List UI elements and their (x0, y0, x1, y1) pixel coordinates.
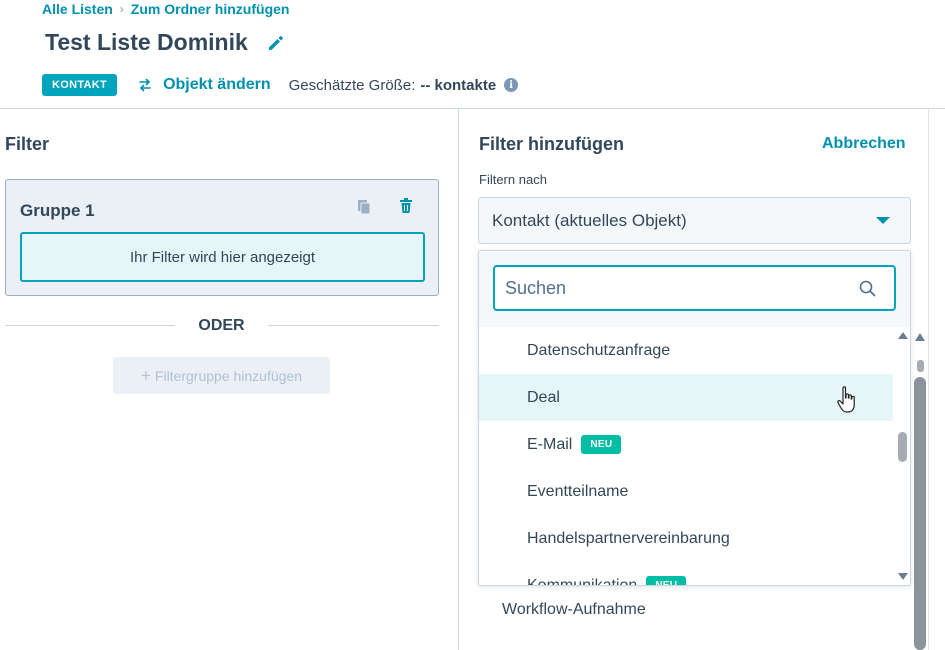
trash-icon[interactable] (399, 198, 413, 214)
or-divider-right (268, 325, 439, 326)
breadcrumb: Alle Listen › Zum Ordner hinzufügen (42, 1, 289, 17)
info-icon[interactable]: i (504, 78, 519, 92)
filter-by-label: Filtern nach (479, 172, 547, 187)
list-meta-row: KONTAKT Objekt ändern Geschätzte Größe: … (42, 73, 519, 97)
add-filter-heading: Filter hinzufügen (479, 134, 624, 154)
page-title-row: Test Liste Dominik (45, 29, 286, 56)
option-label: E-Mail (527, 435, 573, 453)
add-filter-group-button[interactable]: + Filtergruppe hinzufügen (113, 357, 330, 394)
or-divider-left (5, 325, 175, 326)
new-badge: NEU (581, 435, 622, 454)
option-list: Datenschutzanfrage Deal E-Mail NEU Event… (479, 327, 893, 586)
dropdown-option[interactable]: Kommunikation NEU (479, 562, 893, 586)
object-type-badge: KONTAKT (42, 74, 118, 96)
estimated-size-value: -- kontakte (420, 76, 497, 94)
option-label: Kommunikation (527, 576, 638, 586)
dropdown-option[interactable]: Datenschutzanfrage (479, 327, 893, 374)
change-object-link[interactable]: Objekt ändern (163, 76, 271, 94)
dropdown-option[interactable]: E-Mail NEU (479, 421, 893, 468)
option-label: Eventteilname (527, 482, 629, 500)
scroll-down-icon[interactable] (898, 573, 908, 580)
scroll-up-icon[interactable] (898, 332, 908, 339)
filter-placeholder: Ihr Filter wird hier angezeigt (20, 232, 425, 282)
page-scroll-up-icon[interactable] (915, 333, 925, 341)
dropdown-scroll-thumb[interactable] (898, 432, 907, 462)
add-filter-group-label: Filtergruppe hinzufügen (154, 367, 303, 384)
search-input[interactable] (493, 265, 896, 311)
pencil-icon[interactable] (266, 33, 286, 53)
option-label: Handelspartnervereinbarung (527, 529, 730, 547)
background-option: Workflow-Aufnahme (502, 601, 646, 618)
cancel-link[interactable]: Abbrechen (822, 135, 906, 153)
option-label: Deal (527, 388, 560, 406)
or-label: ODER (198, 317, 245, 334)
column-divider (458, 108, 459, 650)
copy-icon[interactable] (357, 199, 371, 215)
dropdown-option[interactable]: Eventteilname (479, 468, 893, 515)
right-edge-divider (928, 108, 929, 650)
object-select-value: Kontakt (aktuelles Objekt) (492, 210, 687, 230)
breadcrumb-current-link[interactable]: Zum Ordner hinzufügen (131, 1, 290, 17)
dropdown-option[interactable]: Handelspartnervereinbarung (479, 515, 893, 562)
page-scroll-thumb[interactable] (914, 377, 926, 650)
hand-cursor-icon (837, 386, 855, 413)
dropdown-option[interactable]: Deal (479, 374, 893, 421)
breadcrumb-separator: › (119, 2, 124, 16)
search-icon[interactable] (859, 280, 876, 297)
new-badge: NEU (646, 576, 687, 585)
object-dropdown: Datenschutzanfrage Deal E-Mail NEU Event… (478, 250, 911, 586)
caret-down-icon (876, 217, 890, 224)
page-title: Test Liste Dominik (45, 29, 248, 55)
search-wrap (479, 251, 910, 327)
group-title: Gruppe 1 (20, 201, 95, 220)
header-divider (0, 108, 945, 109)
estimated-size-label: Geschätzte Größe: (288, 76, 416, 94)
filter-heading: Filter (5, 134, 50, 154)
filter-group-card: Gruppe 1 Ihr Filter wird hier angezeigt (5, 179, 439, 296)
option-label: Datenschutzanfrage (527, 341, 671, 359)
page-scroll-nub[interactable] (917, 360, 924, 372)
breadcrumb-root-link[interactable]: Alle Listen (42, 1, 113, 17)
swap-icon[interactable] (137, 77, 153, 93)
object-select[interactable]: Kontakt (aktuelles Objekt) (478, 197, 911, 244)
dropdown-scrollbar[interactable] (893, 327, 910, 585)
plus-icon: + (140, 365, 151, 385)
